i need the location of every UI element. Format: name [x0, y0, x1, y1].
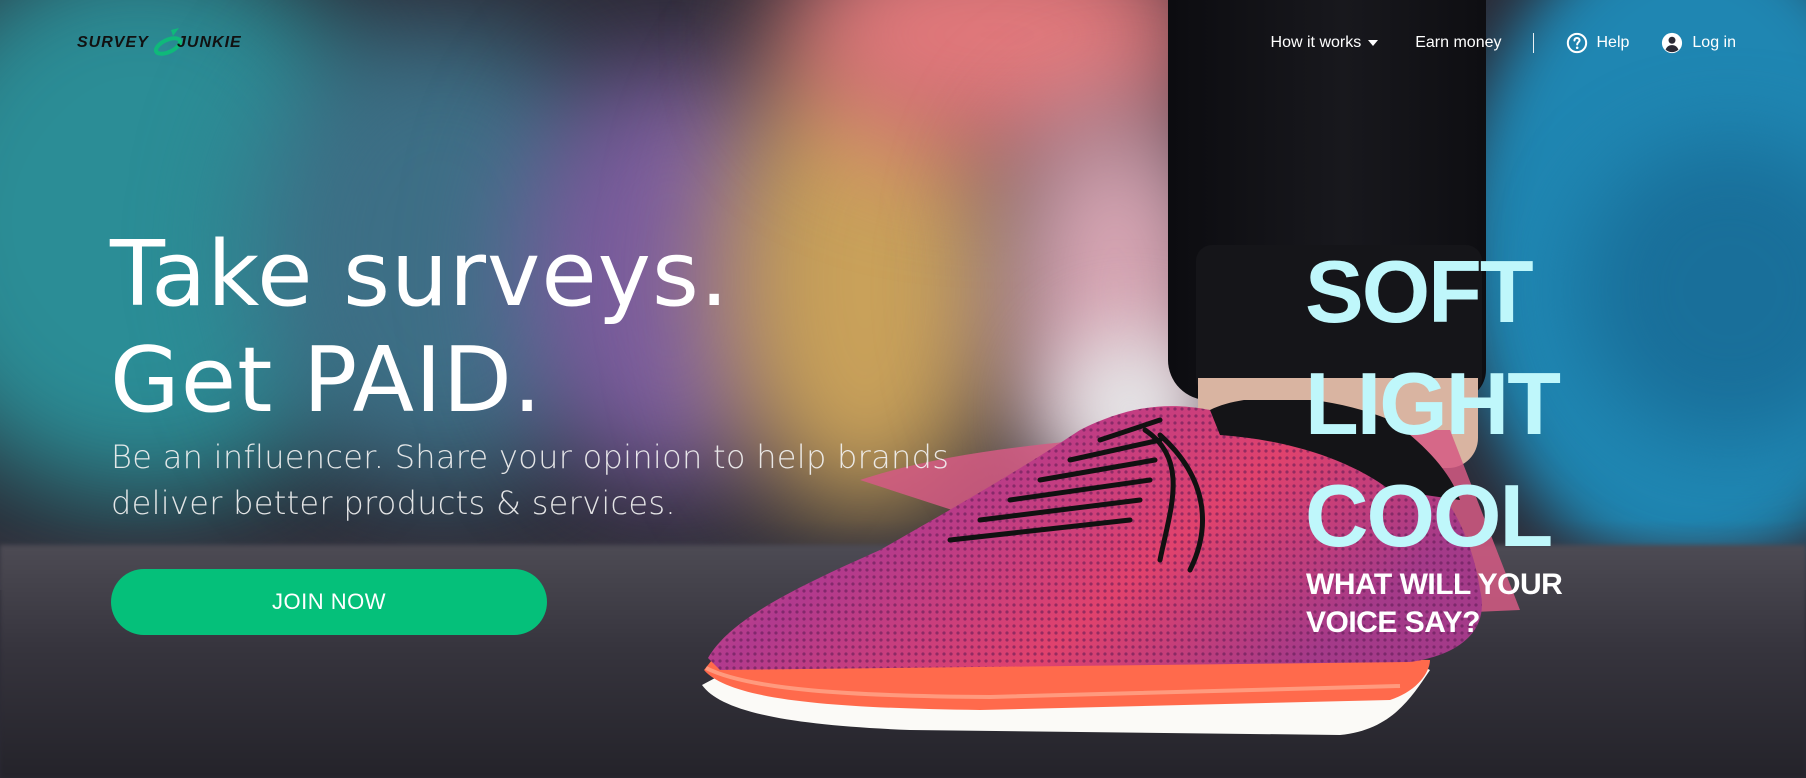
ad-tagline-line-2: VOICE SAY?: [1306, 606, 1480, 639]
ad-line-soft: SOFT: [1305, 242, 1534, 341]
site-header: SURVEY JUNKIE How it works Earn money He…: [0, 0, 1806, 88]
ad-line-light: LIGHT: [1305, 354, 1561, 453]
logo-text-survey: SURVEY: [77, 34, 149, 51]
hero-title-line-2: Get PAID.: [110, 328, 543, 433]
hero-subtitle: Be an influencer. Share your opinion to …: [111, 438, 950, 522]
user-circle-icon: [1662, 32, 1683, 54]
nav-earn-money[interactable]: Earn money: [1415, 34, 1501, 52]
question-circle-icon: [1566, 32, 1587, 54]
top-navigation: How it works Earn money Help Log in: [1271, 30, 1736, 56]
caret-down-icon: [1368, 40, 1379, 46]
ad-tagline: WHAT WILL YOUR VOICE SAY?: [1306, 566, 1563, 642]
nav-help-label: Help: [1596, 34, 1630, 51]
ad-tagline-line-1: WHAT WILL YOUR: [1306, 568, 1563, 601]
nav-help[interactable]: Help: [1566, 32, 1630, 54]
nav-login[interactable]: Log in: [1661, 32, 1736, 54]
hero-title-line-1: Take surveys.: [110, 222, 730, 327]
ad-line-cool: COOL: [1305, 466, 1553, 565]
join-now-button[interactable]: JOIN NOW: [111, 569, 547, 635]
nav-how-it-works-label: How it works: [1270, 34, 1362, 51]
nav-divider: [1532, 33, 1534, 53]
nav-login-label: Log in: [1692, 34, 1736, 51]
logo-text-junkie: JUNKIE: [177, 34, 242, 51]
survey-junkie-logo[interactable]: SURVEY JUNKIE: [77, 26, 257, 58]
hero-title: Take surveys. Get PAID.: [110, 222, 729, 434]
ad-headline: SOFT LIGHT COOL: [1305, 236, 1561, 572]
nav-how-it-works[interactable]: How it works: [1271, 34, 1379, 52]
